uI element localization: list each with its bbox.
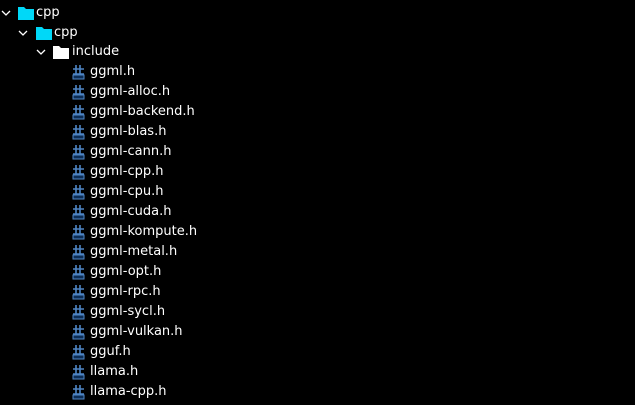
header-file-icon (72, 85, 85, 100)
tree-file-label: ggml-blas.h (90, 124, 167, 139)
file-tree: cpp cpp include ggml.h ggml-alloc.h ggml… (0, 0, 635, 405)
header-file-icon (72, 265, 85, 280)
tree-file-item[interactable]: ggml-cuda.h (0, 202, 635, 222)
tree-file-label: ggml-vulkan.h (90, 324, 183, 339)
tree-node-cpp-child[interactable]: cpp (0, 23, 635, 43)
tree-file-label: ggml-metal.h (90, 244, 178, 259)
header-file-icon (72, 345, 85, 360)
tree-file-label: ggml.h (90, 64, 136, 79)
tree-file-label: ggml-cpu.h (90, 184, 164, 199)
tree-file-label: ggml-alloc.h (90, 84, 171, 99)
tree-file-label: gguf.h (90, 344, 131, 359)
tree-file-label: ggml-rpc.h (90, 284, 161, 299)
header-file-icon (72, 325, 85, 340)
tree-node-include[interactable]: include (0, 42, 635, 62)
tree-file-label: ggml-backend.h (90, 104, 195, 119)
tree-file-label: ggml-sycl.h (90, 304, 166, 319)
tree-file-item[interactable]: ggml-vulkan.h (0, 322, 635, 342)
header-file-icon (72, 365, 85, 380)
tree-file-item[interactable]: ggml-kompute.h (0, 222, 635, 242)
header-file-icon (72, 105, 85, 120)
tree-file-item[interactable]: ggml-alloc.h (0, 82, 635, 102)
tree-file-item[interactable]: ggml-cpp.h (0, 162, 635, 182)
tree-file-label: ggml-cuda.h (90, 204, 172, 219)
tree-file-label: llama.h (90, 364, 139, 379)
tree-file-label: ggml-cpp.h (90, 164, 164, 179)
tree-file-item[interactable]: llama-cpp.h (0, 382, 635, 402)
header-file-icon (72, 225, 85, 240)
tree-file-item[interactable]: ggml.h (0, 62, 635, 82)
header-file-icon (72, 245, 85, 260)
tree-file-item[interactable]: llama.h (0, 362, 635, 382)
tree-file-item[interactable]: ggml-cpu.h (0, 182, 635, 202)
folder-icon (36, 27, 52, 40)
header-file-icon (72, 65, 85, 80)
folder-icon (53, 46, 69, 59)
tree-file-item[interactable]: ggml-rpc.h (0, 282, 635, 302)
header-file-icon (72, 125, 85, 140)
folder-icon (18, 7, 34, 20)
chevron-down-icon[interactable] (0, 7, 12, 19)
tree-file-label: ggml-opt.h (90, 264, 162, 279)
header-file-icon (72, 185, 85, 200)
tree-file-item[interactable]: ggml-backend.h (0, 102, 635, 122)
header-file-icon (72, 145, 85, 160)
tree-file-item[interactable]: ggml-blas.h (0, 122, 635, 142)
header-file-icon (72, 285, 85, 300)
tree-node-label: include (72, 44, 120, 59)
tree-file-item[interactable]: ggml-sycl.h (0, 302, 635, 322)
tree-file-label: llama-cpp.h (90, 384, 167, 399)
header-file-icon (72, 165, 85, 180)
chevron-down-icon[interactable] (17, 27, 29, 39)
tree-file-item[interactable]: ggml-metal.h (0, 242, 635, 262)
tree-file-item[interactable]: ggml-opt.h (0, 262, 635, 282)
tree-file-item[interactable]: ggml-cann.h (0, 142, 635, 162)
tree-file-item[interactable]: gguf.h (0, 342, 635, 362)
tree-node-cpp-root[interactable]: cpp (0, 3, 635, 23)
header-file-icon (72, 205, 85, 220)
tree-node-label: cpp (54, 25, 78, 40)
tree-file-label: ggml-kompute.h (90, 224, 198, 239)
header-file-icon (72, 385, 85, 400)
header-file-icon (72, 305, 85, 320)
tree-file-label: ggml-cann.h (90, 144, 172, 159)
chevron-down-icon[interactable] (35, 46, 47, 58)
tree-node-label: cpp (36, 5, 60, 20)
